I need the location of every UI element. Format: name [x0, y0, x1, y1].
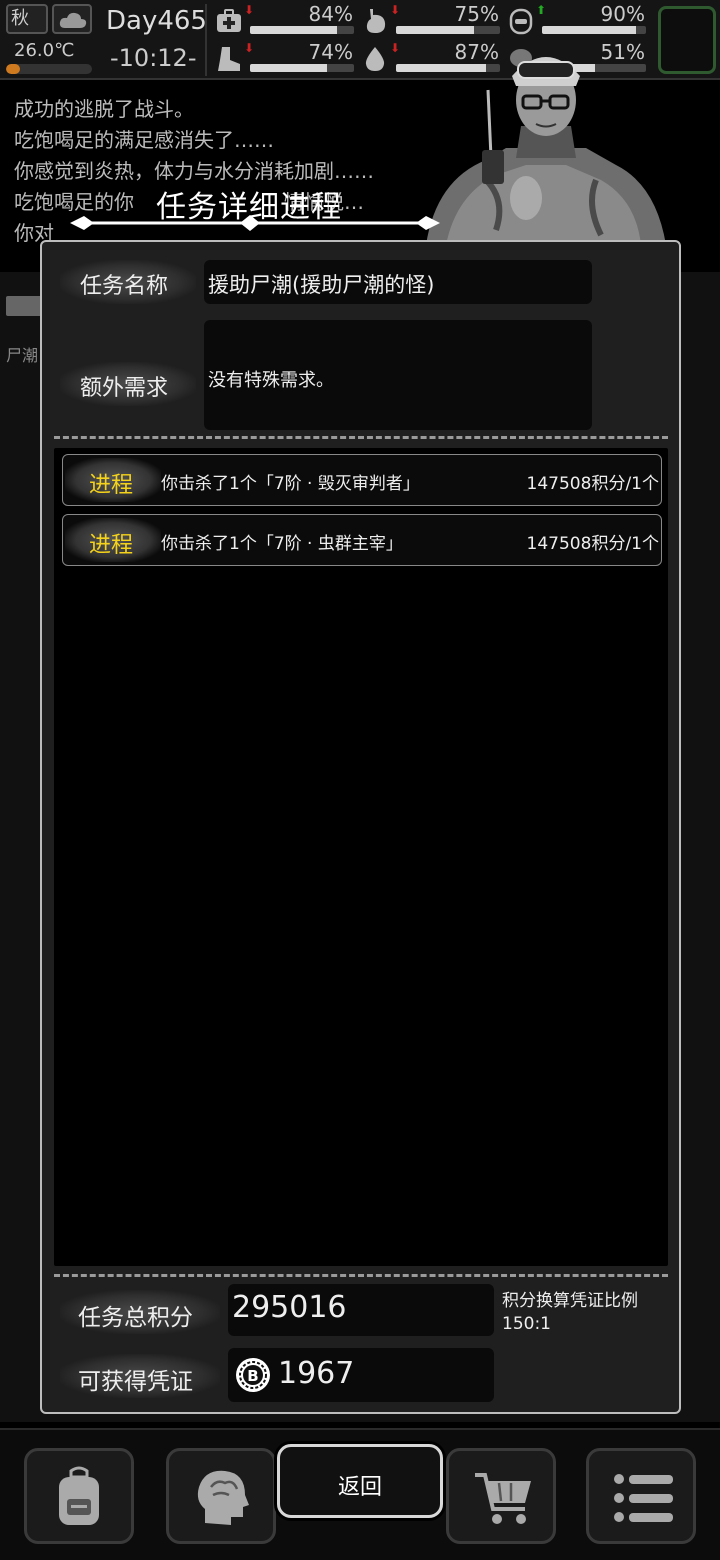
brain-icon — [197, 1470, 249, 1525]
trend-down-icon: ⬇ — [390, 41, 401, 55]
list-item: 进程 你击杀了1个「7阶 · 毁灭审判者」 147508积分/1个 — [62, 454, 662, 506]
background-button — [6, 296, 42, 316]
task-name-label: 任务名称 — [80, 274, 169, 299]
progress-score: 147508积分/1个 — [526, 474, 659, 494]
progress-tag: 进程 — [65, 518, 161, 562]
conversion-ratio-label: 积分换算凭证比例 — [502, 1291, 638, 1311]
backpack-button[interactable] — [24, 1448, 134, 1544]
character-illustration — [426, 30, 666, 245]
title-ornament-icon — [70, 215, 440, 231]
trend-down-icon: ⬇ — [244, 3, 255, 17]
menu-icon — [614, 1474, 673, 1522]
return-button[interactable]: 返回 — [277, 1444, 443, 1518]
stamina-bar — [250, 64, 354, 72]
skills-button[interactable] — [166, 1448, 276, 1544]
extra-requirement-label: 额外需求 — [80, 376, 169, 401]
hunger-value: 75% — [454, 2, 499, 26]
divider — [205, 4, 207, 76]
svg-text:B: B — [247, 1367, 258, 1385]
season-indicator[interactable]: 秋 — [6, 4, 48, 34]
stamina-stat[interactable]: ⬇ 74% — [214, 40, 359, 76]
health-value: 84% — [308, 2, 353, 26]
progress-list[interactable]: 进程 你击杀了1个「7阶 · 毁灭审判者」 147508积分/1个 进程 你击杀… — [54, 448, 668, 1266]
character-portrait-button[interactable] — [658, 6, 716, 74]
temperature-text: 26.0℃ — [14, 40, 75, 61]
progress-tag-label: 进程 — [89, 533, 134, 558]
extra-requirement-field: 没有特殊需求。 — [204, 320, 592, 430]
conversion-ratio-value: 150:1 — [502, 1314, 551, 1334]
return-button-label: 返回 — [337, 1475, 382, 1500]
boot-icon — [214, 44, 244, 74]
task-name-field: 援助尸潮(援助尸潮的怪) — [204, 260, 592, 304]
total-score-label: 任务总积分 — [78, 1305, 193, 1331]
stomach-icon — [360, 6, 390, 36]
dialog-title-banner: 任务详细进程 — [70, 176, 440, 238]
weather-icon[interactable] — [52, 4, 92, 34]
task-name-value: 援助尸潮(援助尸潮的怪) — [208, 273, 435, 297]
health-bar — [250, 26, 354, 34]
backpack-icon — [59, 1466, 99, 1525]
voucher-field: B 1967 — [228, 1348, 494, 1402]
mood-value: 90% — [600, 2, 645, 26]
season-label: 秋 — [11, 8, 29, 29]
trend-up-icon: ⬆ — [536, 3, 547, 17]
menu-button[interactable] — [586, 1448, 696, 1544]
water-drop-icon — [360, 44, 390, 74]
total-score-value: 295016 — [232, 1290, 347, 1325]
voucher-label: 可获得凭证 — [78, 1369, 193, 1395]
task-detail-dialog: 任务名称 援助尸潮(援助尸潮的怪) 额外需求 没有特殊需求。 进程 你击杀了1个… — [40, 240, 681, 1414]
temperature-bar — [6, 64, 92, 74]
progress-description: 你击杀了1个「7阶 · 虫群主宰」 — [161, 534, 403, 554]
progress-tag-label: 进程 — [89, 473, 134, 498]
background-label: 尸潮 — [6, 346, 39, 365]
progress-description: 你击杀了1个「7阶 · 毁灭审判者」 — [161, 474, 420, 494]
progress-tag: 进程 — [65, 458, 161, 502]
voucher-value: 1967 — [278, 1356, 355, 1391]
day-counter: Day465 — [106, 6, 207, 36]
log-line: 成功的逃脱了战斗。 — [14, 97, 194, 121]
extra-requirement-value: 没有特殊需求。 — [208, 370, 334, 391]
stamina-value: 74% — [308, 40, 353, 64]
voucher-coin-icon: B — [236, 1358, 270, 1392]
dashed-divider — [54, 436, 668, 439]
progress-score: 147508积分/1个 — [526, 534, 659, 554]
trend-down-icon: ⬇ — [244, 41, 255, 55]
game-clock: -10:12- — [110, 44, 197, 72]
total-score-field: 295016 — [228, 1284, 494, 1336]
list-item: 进程 你击杀了1个「7阶 · 虫群主宰」 147508积分/1个 — [62, 514, 662, 566]
health-stat[interactable]: ⬇ 84% — [214, 2, 359, 38]
log-line: 吃饱喝足的满足感消失了…… — [14, 128, 274, 152]
cart-icon — [475, 1473, 531, 1524]
dashed-divider — [54, 1274, 668, 1277]
medkit-icon — [214, 6, 244, 36]
trend-down-icon: ⬇ — [390, 3, 401, 17]
shop-button[interactable] — [446, 1448, 556, 1544]
